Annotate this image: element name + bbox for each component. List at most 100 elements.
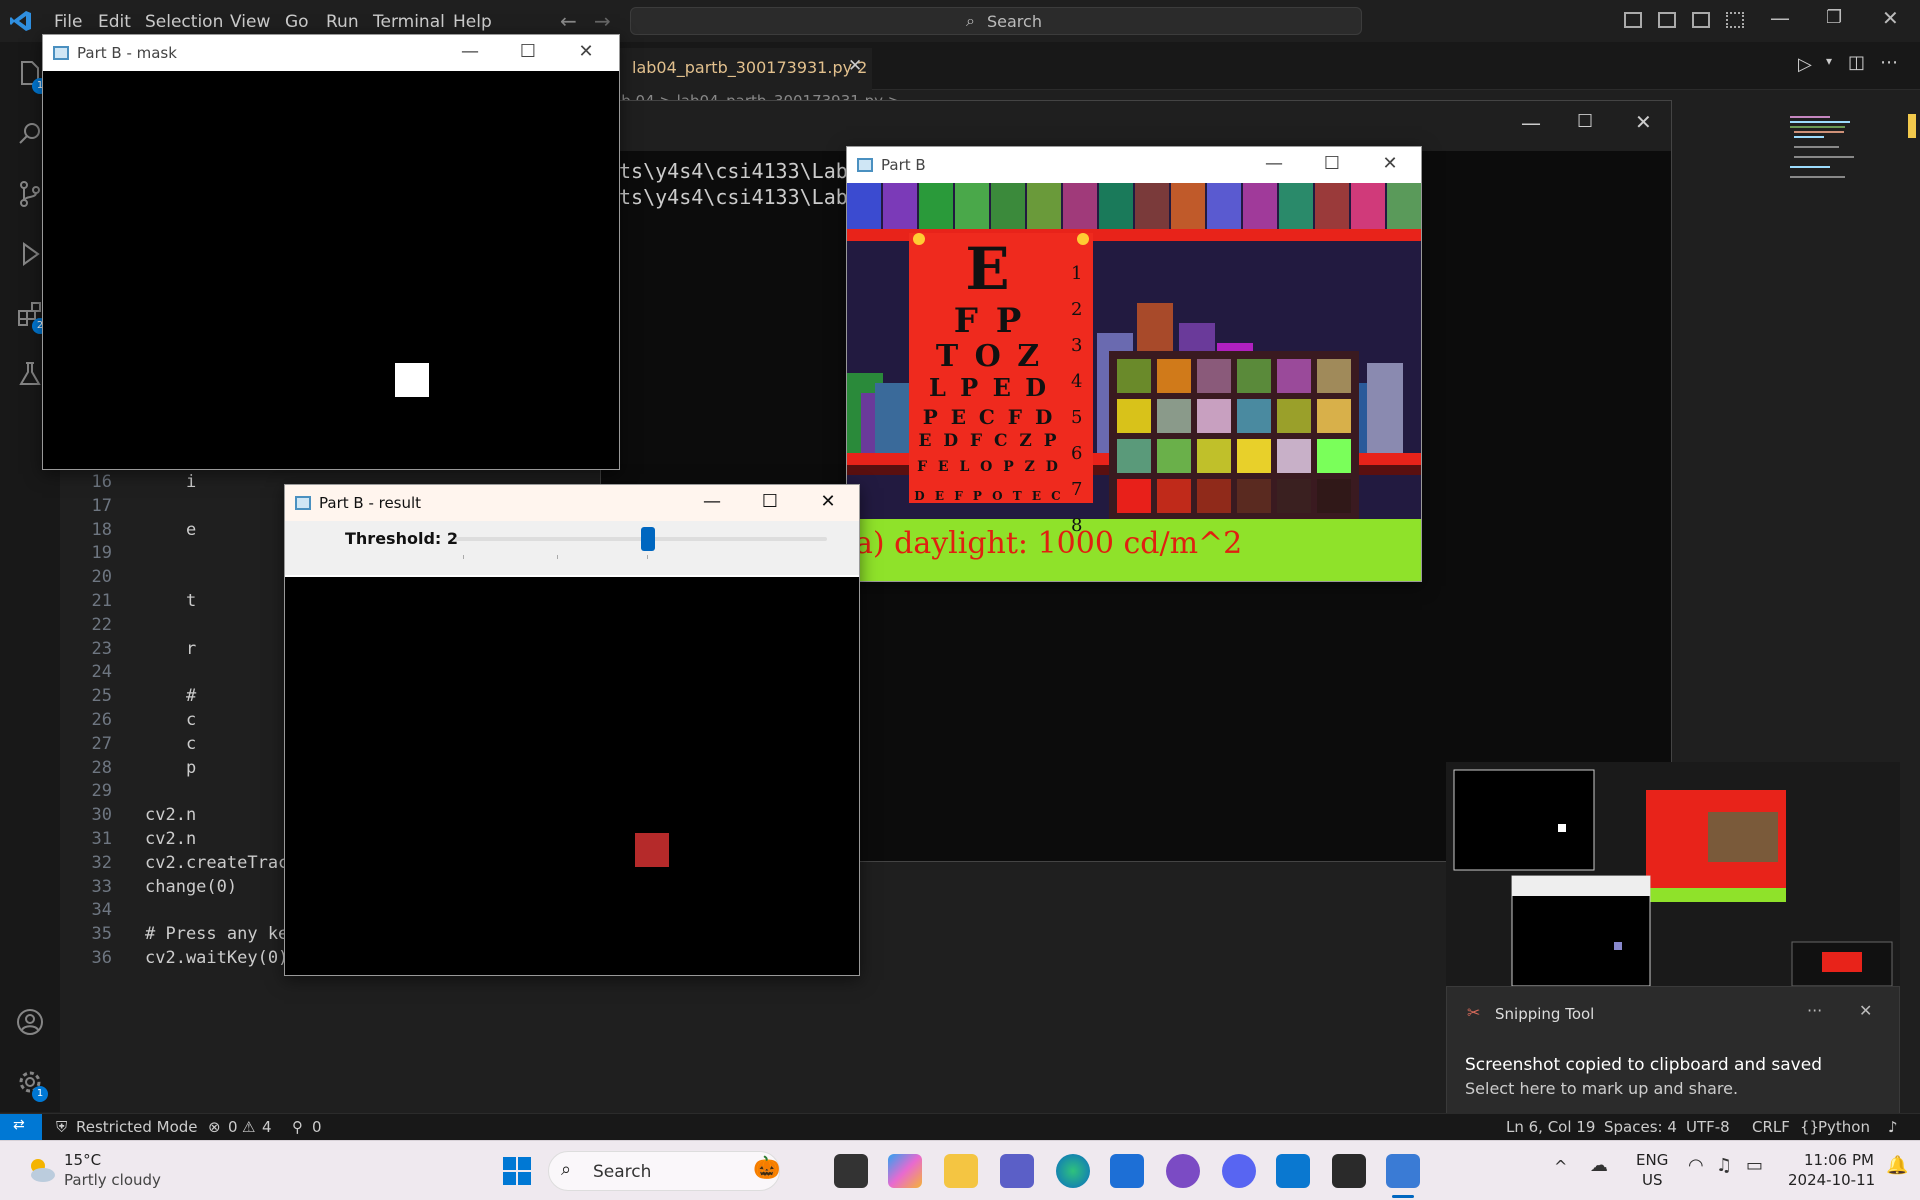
- tab-close-icon[interactable]: ✕: [848, 56, 862, 76]
- code-line[interactable]: change(0): [145, 877, 237, 897]
- ports-count[interactable]: 0: [312, 1118, 322, 1136]
- copilot-icon[interactable]: [888, 1154, 922, 1188]
- partb-maximize-icon[interactable]: ☐: [1317, 153, 1347, 177]
- forward-arrow-icon[interactable]: →: [594, 9, 611, 33]
- minimize-icon[interactable]: —: [1770, 6, 1790, 30]
- code-line[interactable]: c: [145, 710, 196, 730]
- code-line[interactable]: t: [145, 591, 196, 611]
- task-view-icon[interactable]: [834, 1154, 868, 1188]
- terminal-minimize-icon[interactable]: —: [1521, 111, 1541, 135]
- menu-file[interactable]: File: [54, 12, 82, 32]
- snipping-toast[interactable]: ✂ Snipping Tool ··· ✕ Screenshot copied …: [1446, 986, 1900, 1122]
- trackbar-thumb[interactable]: [641, 527, 656, 551]
- python-taskbar-icon[interactable]: [1386, 1154, 1420, 1188]
- vscode-taskbar-icon[interactable]: [1276, 1154, 1310, 1188]
- clock-time[interactable]: 11:06 PM: [1804, 1151, 1874, 1169]
- discord-icon[interactable]: [1222, 1154, 1256, 1188]
- language-eng[interactable]: ENG: [1636, 1151, 1668, 1169]
- snip-thumbnail[interactable]: [1446, 762, 1900, 986]
- partb-minimize-icon[interactable]: —: [1259, 153, 1289, 177]
- terminal-maximize-icon[interactable]: ☐: [1577, 111, 1593, 132]
- taskbar-search[interactable]: ⌕ Search 🎃: [548, 1151, 780, 1191]
- toggle-secondary-sidebar-icon[interactable]: [1692, 12, 1710, 28]
- customize-layout-icon[interactable]: [1726, 12, 1744, 28]
- code-line[interactable]: cv2.createTrack: [145, 853, 299, 873]
- run-dropdown-icon[interactable]: ▾: [1826, 54, 1832, 68]
- warning-count[interactable]: 4: [262, 1118, 272, 1136]
- notification-bell-icon[interactable]: 🔔: [1886, 1155, 1908, 1176]
- language-mode[interactable]: Python: [1818, 1118, 1870, 1136]
- code-line[interactable]: p: [145, 758, 196, 778]
- start-windows-icon[interactable]: [500, 1154, 534, 1188]
- restore-icon[interactable]: ❐: [1826, 7, 1842, 28]
- store-icon[interactable]: [1110, 1154, 1144, 1188]
- toggle-sidebar-icon[interactable]: [1624, 12, 1642, 28]
- weather-cloud-icon[interactable]: [24, 1153, 58, 1187]
- code-line[interactable]: r: [145, 639, 196, 659]
- partb-close-icon[interactable]: ✕: [1375, 153, 1405, 177]
- remote-indicator[interactable]: ⇄: [0, 1114, 42, 1141]
- eye-chart-row: L P E D: [928, 373, 1050, 402]
- result-minimize-icon[interactable]: —: [697, 491, 727, 515]
- wifi-icon[interactable]: ◠: [1688, 1155, 1704, 1176]
- menu-selection[interactable]: Selection: [145, 12, 223, 32]
- minimap[interactable]: [1788, 112, 1908, 192]
- accounts-icon[interactable]: [14, 1006, 46, 1038]
- run-file-icon[interactable]: ▷: [1798, 54, 1812, 75]
- file-explorer-icon[interactable]: [944, 1154, 978, 1188]
- mask-window[interactable]: Part B - mask — ☐ ✕: [42, 34, 620, 470]
- mask-minimize-icon[interactable]: —: [455, 41, 485, 65]
- line-number: 27: [91, 733, 112, 754]
- code-line[interactable]: cv2.n: [145, 805, 196, 825]
- code-line[interactable]: e: [145, 520, 196, 540]
- encoding[interactable]: UTF-8: [1686, 1118, 1730, 1136]
- toggle-panel-icon[interactable]: [1658, 12, 1676, 28]
- code-line[interactable]: # Press any key: [145, 924, 299, 944]
- volume-icon[interactable]: ♫: [1716, 1155, 1732, 1176]
- mask-maximize-icon[interactable]: ☐: [513, 41, 543, 65]
- menu-terminal[interactable]: Terminal: [373, 12, 445, 32]
- onedrive-icon[interactable]: ☁: [1590, 1155, 1608, 1176]
- more-actions-icon[interactable]: ⋯: [1880, 52, 1898, 73]
- code-line[interactable]: i: [145, 472, 196, 492]
- menu-go[interactable]: Go: [285, 12, 309, 32]
- result-maximize-icon[interactable]: ☐: [755, 491, 785, 515]
- trackbar-track[interactable]: [455, 527, 827, 551]
- manage-gear-icon[interactable]: 1: [14, 1066, 48, 1102]
- teams-icon[interactable]: [1000, 1154, 1034, 1188]
- code-line[interactable]: #: [145, 686, 196, 706]
- result-close-icon[interactable]: ✕: [813, 491, 843, 515]
- toast-more-icon[interactable]: ···: [1807, 1001, 1822, 1020]
- github-icon[interactable]: [1166, 1154, 1200, 1188]
- partb-window[interactable]: Part B — ☐ ✕ E 1 F P 2 T O Z 3 L P E D 4 P E C F…: [846, 146, 1422, 582]
- show-hidden-icons-icon[interactable]: ^: [1554, 1157, 1567, 1176]
- result-window[interactable]: Part B - result — ☐ ✕ Threshold: 2: [284, 484, 860, 976]
- terminal-close-icon[interactable]: ✕: [1635, 110, 1652, 134]
- toast-close-icon[interactable]: ✕: [1859, 1001, 1872, 1020]
- menu-view[interactable]: View: [230, 12, 270, 32]
- menu-run[interactable]: Run: [326, 12, 359, 32]
- indentation[interactable]: Spaces: 4: [1604, 1118, 1677, 1136]
- code-line[interactable]: c: [145, 734, 196, 754]
- edge-icon[interactable]: [1056, 1154, 1090, 1188]
- menu-help[interactable]: Help: [453, 12, 492, 32]
- clock-date[interactable]: 2024-10-11: [1788, 1171, 1875, 1189]
- restricted-mode[interactable]: Restricted Mode: [76, 1118, 198, 1136]
- terminal-taskbar-icon[interactable]: [1332, 1154, 1366, 1188]
- close-icon[interactable]: ✕: [1882, 6, 1899, 30]
- eye-chart-row: T O Z: [935, 339, 1043, 374]
- error-count[interactable]: 0: [228, 1118, 238, 1136]
- code-line[interactable]: cv2.waitKey(0): [145, 948, 288, 968]
- language-us[interactable]: US: [1642, 1171, 1663, 1189]
- mask-close-icon[interactable]: ✕: [571, 41, 601, 65]
- line-ending[interactable]: CRLF: [1752, 1118, 1790, 1136]
- tab-lab04-partb[interactable]: lab04_partb_300173931.py 2 ✕: [612, 48, 872, 90]
- command-center-search[interactable]: ⌕ Search: [630, 7, 1362, 35]
- split-editor-icon[interactable]: ◫: [1848, 52, 1865, 73]
- notifications-bell-icon[interactable]: ♪: [1888, 1118, 1898, 1136]
- menu-edit[interactable]: Edit: [98, 12, 131, 32]
- back-arrow-icon[interactable]: ←: [560, 9, 577, 33]
- battery-icon[interactable]: ▭: [1746, 1155, 1763, 1176]
- code-line[interactable]: cv2.n: [145, 829, 196, 849]
- cursor-position[interactable]: Ln 6, Col 19: [1506, 1118, 1595, 1136]
